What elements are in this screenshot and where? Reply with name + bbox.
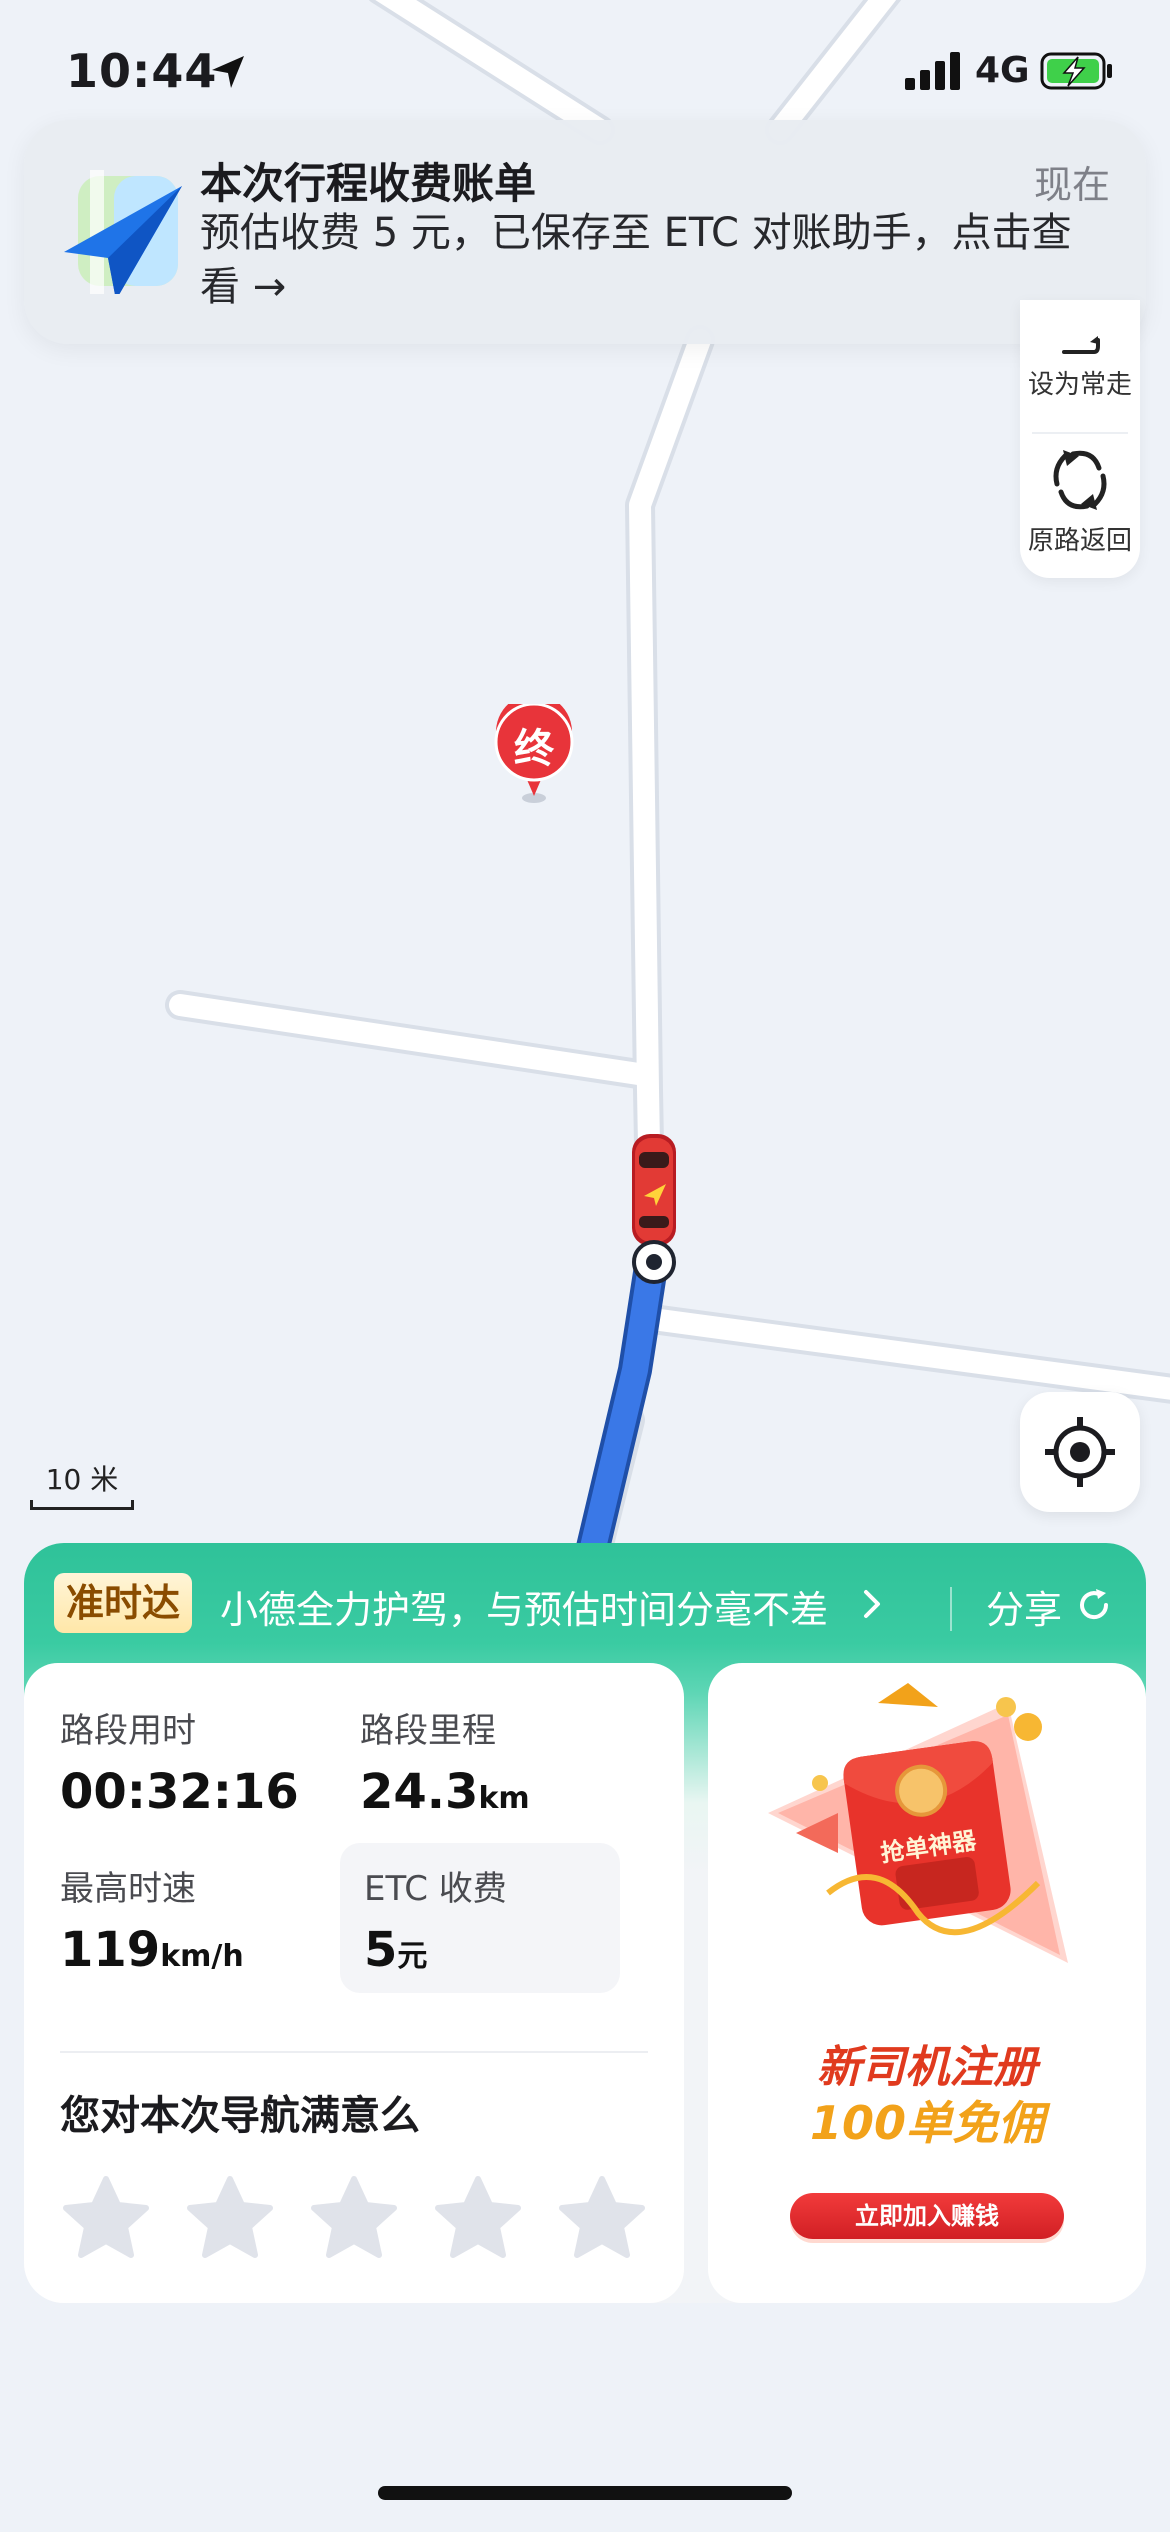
distance-value: 24.3 <box>360 1764 479 1820</box>
duration-value: 00:32:16 <box>60 1764 299 1820</box>
map-scale-bar <box>30 1500 134 1510</box>
rating-question: 您对本次导航满意么 <box>60 2093 420 2139</box>
locate-me-button[interactable] <box>1020 1392 1140 1512</box>
set-frequent-route-label: 设为常走 <box>1027 370 1132 400</box>
set-frequent-route-button[interactable]: 设为常走 <box>1020 336 1140 401</box>
location-arrow-icon <box>212 56 244 88</box>
duration-stat: 路段用时 00:32:16 <box>60 1703 299 1820</box>
status-bar: 10:44 4G <box>0 0 1170 120</box>
share-refresh-icon <box>1080 1589 1109 1620</box>
max-speed-stat: 最高时速 119km/h <box>60 1861 244 1978</box>
etc-fee-unit: 元 <box>397 1939 428 1974</box>
rating-star-1[interactable] <box>60 2173 152 2265</box>
map-side-panel: 设为常走 原路返回 <box>1020 300 1140 578</box>
charging-battery-icon <box>1040 52 1112 90</box>
max-speed-value: 119 <box>60 1922 161 1978</box>
join-now-button[interactable]: 立即加入赚钱 <box>790 2193 1064 2239</box>
max-speed-label: 最高时速 <box>60 1869 196 1909</box>
rating-star-4[interactable] <box>432 2173 524 2265</box>
chevron-right-icon <box>864 1590 880 1618</box>
return-route-button[interactable]: 原路返回 <box>1020 446 1140 557</box>
duration-label: 路段用时 <box>60 1711 196 1751</box>
return-arrows-icon <box>1053 450 1107 510</box>
side-panel-divider <box>1032 432 1128 434</box>
driver-promo-card[interactable]: 抢单神器 新司机注册 100单免佣 立即加入赚钱 <box>708 1663 1146 2303</box>
share-button[interactable]: 分享 <box>986 1579 1062 1634</box>
notification-time: 现在 <box>1033 163 1110 207</box>
distance-stat: 路段里程 24.3km <box>360 1703 530 1820</box>
distance-label: 路段里程 <box>360 1711 496 1751</box>
etc-fee-stat: ETC 收费 5元 <box>364 1861 507 1978</box>
max-speed-unit: km/h <box>160 1939 244 1974</box>
return-route-label: 原路返回 <box>1027 526 1132 556</box>
on-time-banner[interactable]: 准时达 小德全力护驾，与预估时间分毫不差 分享 <box>24 1543 1146 1663</box>
crosshair-icon <box>1045 1417 1115 1487</box>
rating-stars <box>60 2173 660 2273</box>
car-position-icon <box>632 1134 676 1284</box>
map-scale-label: 10 米 <box>45 1463 119 1496</box>
on-time-message: 小德全力护驾，与预估时间分毫不差 <box>220 1588 829 1632</box>
amap-paper-plane-icon <box>64 170 182 294</box>
route-save-icon <box>1062 336 1100 354</box>
toll-notification[interactable]: 本次行程收费账单 现在 预估收费 5 元，已保存至 ETC 对账助手，点击查看 … <box>24 120 1146 344</box>
on-time-badge: 准时达 <box>54 1573 193 1633</box>
rating-star-2[interactable] <box>184 2173 276 2265</box>
trip-stats-panel: 路段用时 00:32:16 路段里程 24.3km 最高时速 119km/h E… <box>24 1663 684 2303</box>
promo-headline: 新司机注册 <box>817 2042 1037 2093</box>
notification-body: 预估收费 5 元，已保存至 ETC 对账助手，点击查看 → <box>200 210 1072 310</box>
trip-summary-card: 准时达 小德全力护驾，与预估时间分毫不差 分享 路段用时 00:32:16 路段… <box>24 1543 1146 2303</box>
signal-bars-icon <box>905 52 960 90</box>
status-time: 10:44 <box>66 44 218 98</box>
rating-star-5[interactable] <box>556 2173 648 2265</box>
notification-title: 本次行程收费账单 <box>200 159 537 208</box>
distance-unit: km <box>478 1781 530 1816</box>
etc-fee-box[interactable]: ETC 收费 5元 <box>340 1843 620 1993</box>
rating-star-3[interactable] <box>308 2173 400 2265</box>
promo-subheadline: 100单免佣 <box>809 2096 1045 2150</box>
banner-divider <box>950 1587 952 1631</box>
etc-fee-label: ETC 收费 <box>364 1869 507 1909</box>
stats-divider <box>60 2051 648 2053</box>
destination-marker-label: 终 <box>514 726 554 772</box>
map-scale: 10 米 <box>30 1458 134 1510</box>
network-type: 4G <box>975 50 1030 91</box>
etc-fee-value: 5 <box>364 1922 398 1978</box>
home-indicator[interactable] <box>378 2486 792 2500</box>
